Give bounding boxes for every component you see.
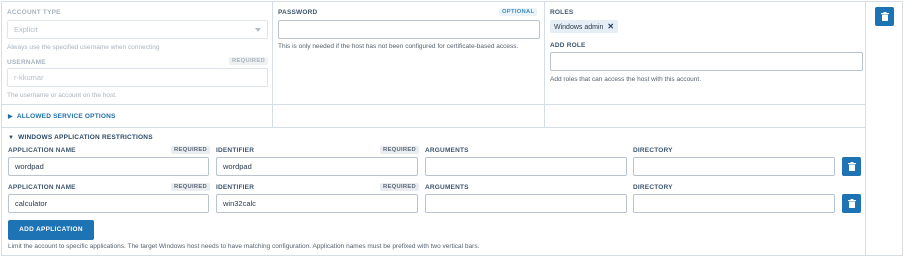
username-label: Username — [7, 59, 46, 66]
delete-account-button[interactable] — [875, 7, 894, 26]
trash-icon — [880, 12, 889, 21]
trash-icon — [847, 162, 856, 171]
identifier-required-badge: Required — [380, 183, 419, 191]
delete-application-button[interactable] — [842, 194, 861, 213]
password-column: Password Optional This is only needed if… — [273, 2, 545, 128]
divider — [2, 104, 867, 105]
username-input[interactable]: r-kkumar — [7, 68, 268, 87]
account-form-panel: Account Type Explicit Always use the spe… — [1, 1, 867, 256]
password-hint: This is only needed if the host has not … — [278, 43, 519, 50]
allowed-service-options-label: Allowed Service Options — [16, 113, 116, 120]
arguments-label: Arguments — [425, 184, 469, 191]
triangle-down-icon: ▼ — [8, 135, 15, 141]
account-type-label: Account Type — [7, 9, 61, 16]
arguments-input[interactable] — [425, 194, 627, 213]
role-chip: Windows admin ✕ — [550, 20, 619, 33]
allowed-service-options-toggle[interactable]: ▶ Allowed Service Options — [8, 113, 116, 120]
identifier-label: Identifier — [216, 147, 255, 154]
add-role-label: Add Role — [550, 42, 586, 49]
identifier-label: Identifier — [216, 184, 255, 191]
account-type-hint: Always use the specified username when c… — [7, 44, 160, 51]
identifier-required-badge: Required — [380, 146, 419, 154]
divider — [2, 127, 867, 128]
application-name-input[interactable]: calculator — [8, 194, 209, 213]
chevron-down-icon — [255, 28, 261, 32]
password-optional-badge: Optional — [499, 8, 538, 16]
role-chip-label: Windows admin — [554, 24, 604, 31]
account-type-value: Explicit — [14, 25, 38, 34]
directory-input[interactable] — [633, 157, 835, 176]
application-name-label: Application Name — [8, 147, 76, 154]
application-name-input[interactable]: wordpad — [8, 157, 209, 176]
directory-label: Directory — [633, 147, 673, 154]
application-name-required-badge: Required — [171, 183, 210, 191]
actions-column — [866, 1, 903, 256]
application-name-required-badge: Required — [171, 146, 210, 154]
identifier-input[interactable]: win32calc — [216, 194, 418, 213]
add-application-button[interactable]: Add Application — [8, 220, 94, 240]
delete-application-button[interactable] — [842, 157, 861, 176]
password-label: Password — [278, 9, 318, 16]
windows-application-restrictions-toggle[interactable]: ▼ Windows Application Restrictions — [8, 134, 153, 141]
add-role-hint: Add roles that can access the host with … — [550, 76, 702, 83]
application-name-label: Application Name — [8, 184, 76, 191]
account-type-select[interactable]: Explicit — [7, 20, 268, 39]
add-role-input[interactable] — [550, 52, 863, 71]
close-icon[interactable]: ✕ — [607, 22, 614, 31]
username-required-badge: Required — [229, 57, 268, 65]
arguments-input[interactable] — [425, 157, 627, 176]
directory-input[interactable] — [633, 194, 835, 213]
roles-label: Roles — [550, 9, 574, 16]
identifier-input[interactable]: wordpad — [216, 157, 418, 176]
directory-label: Directory — [633, 184, 673, 191]
arguments-label: Arguments — [425, 147, 469, 154]
triangle-right-icon: ▶ — [8, 114, 13, 120]
roles-column: Roles Windows admin ✕ Add Role Add roles … — [545, 2, 867, 128]
username-hint: The username or account on the host. — [7, 92, 117, 99]
windows-application-restrictions-label: Windows Application Restrictions — [18, 134, 153, 141]
password-input[interactable] — [278, 20, 540, 39]
restrictions-hint: Limit the account to specific applicatio… — [8, 243, 480, 250]
account-column: Account Type Explicit Always use the spe… — [2, 2, 273, 128]
trash-icon — [847, 199, 856, 208]
